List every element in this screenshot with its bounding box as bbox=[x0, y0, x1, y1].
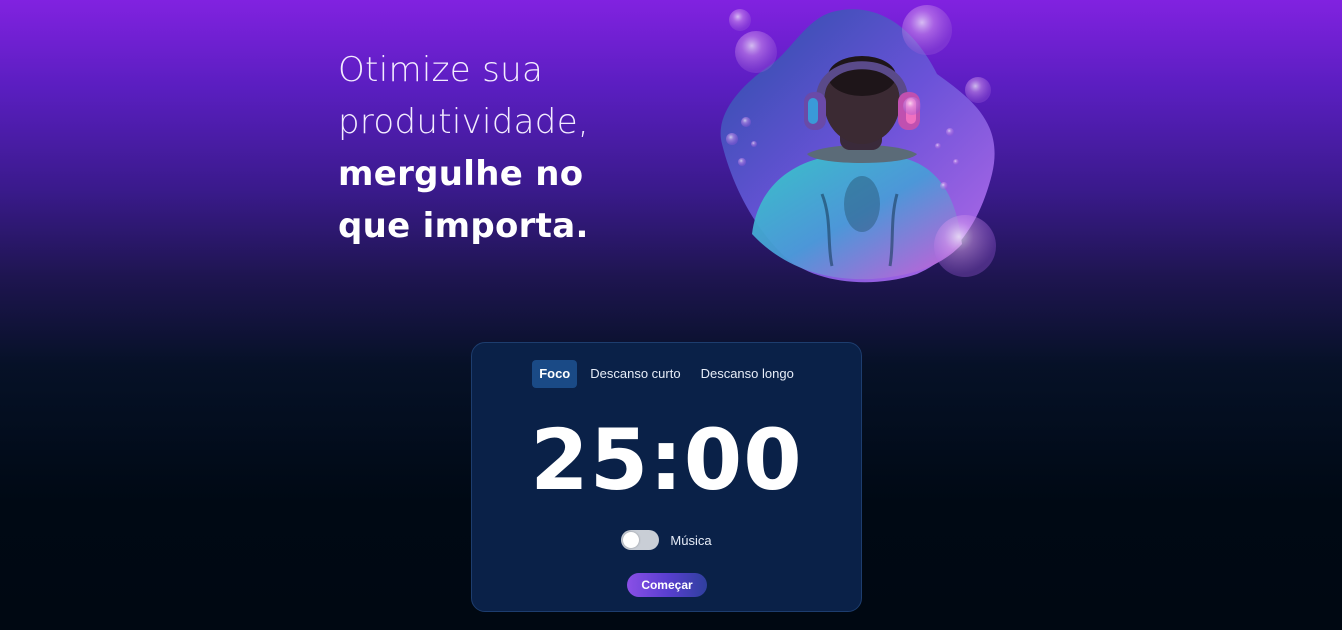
timer-mode-tabs: Foco Descanso curto Descanso longo bbox=[472, 360, 861, 388]
toggle-knob bbox=[623, 532, 640, 548]
headphones-person-illustration bbox=[720, 5, 996, 283]
timer-display: 25:00 bbox=[530, 411, 803, 509]
start-button[interactable]: Começar bbox=[627, 573, 707, 597]
hero-line-2: produtividade, bbox=[338, 102, 590, 142]
music-label: Música bbox=[670, 532, 712, 548]
hero-illustration bbox=[712, 4, 1008, 288]
tab-descanso-longo[interactable]: Descanso longo bbox=[694, 360, 801, 388]
hero-headline: Otimize sua produtividade, mergulhe no q… bbox=[338, 44, 698, 252]
pomodoro-timer-card: Foco Descanso curto Descanso longo 25:00… bbox=[471, 342, 862, 612]
tab-foco[interactable]: Foco bbox=[532, 360, 578, 388]
tab-descanso-curto[interactable]: Descanso curto bbox=[583, 360, 687, 388]
music-toggle[interactable] bbox=[621, 530, 660, 550]
music-toggle-row: Música bbox=[472, 530, 861, 550]
hero-line-1: Otimize sua bbox=[338, 50, 544, 90]
hero-line-3: mergulhe no bbox=[338, 154, 584, 194]
hero-line-4: que importa. bbox=[338, 206, 589, 246]
